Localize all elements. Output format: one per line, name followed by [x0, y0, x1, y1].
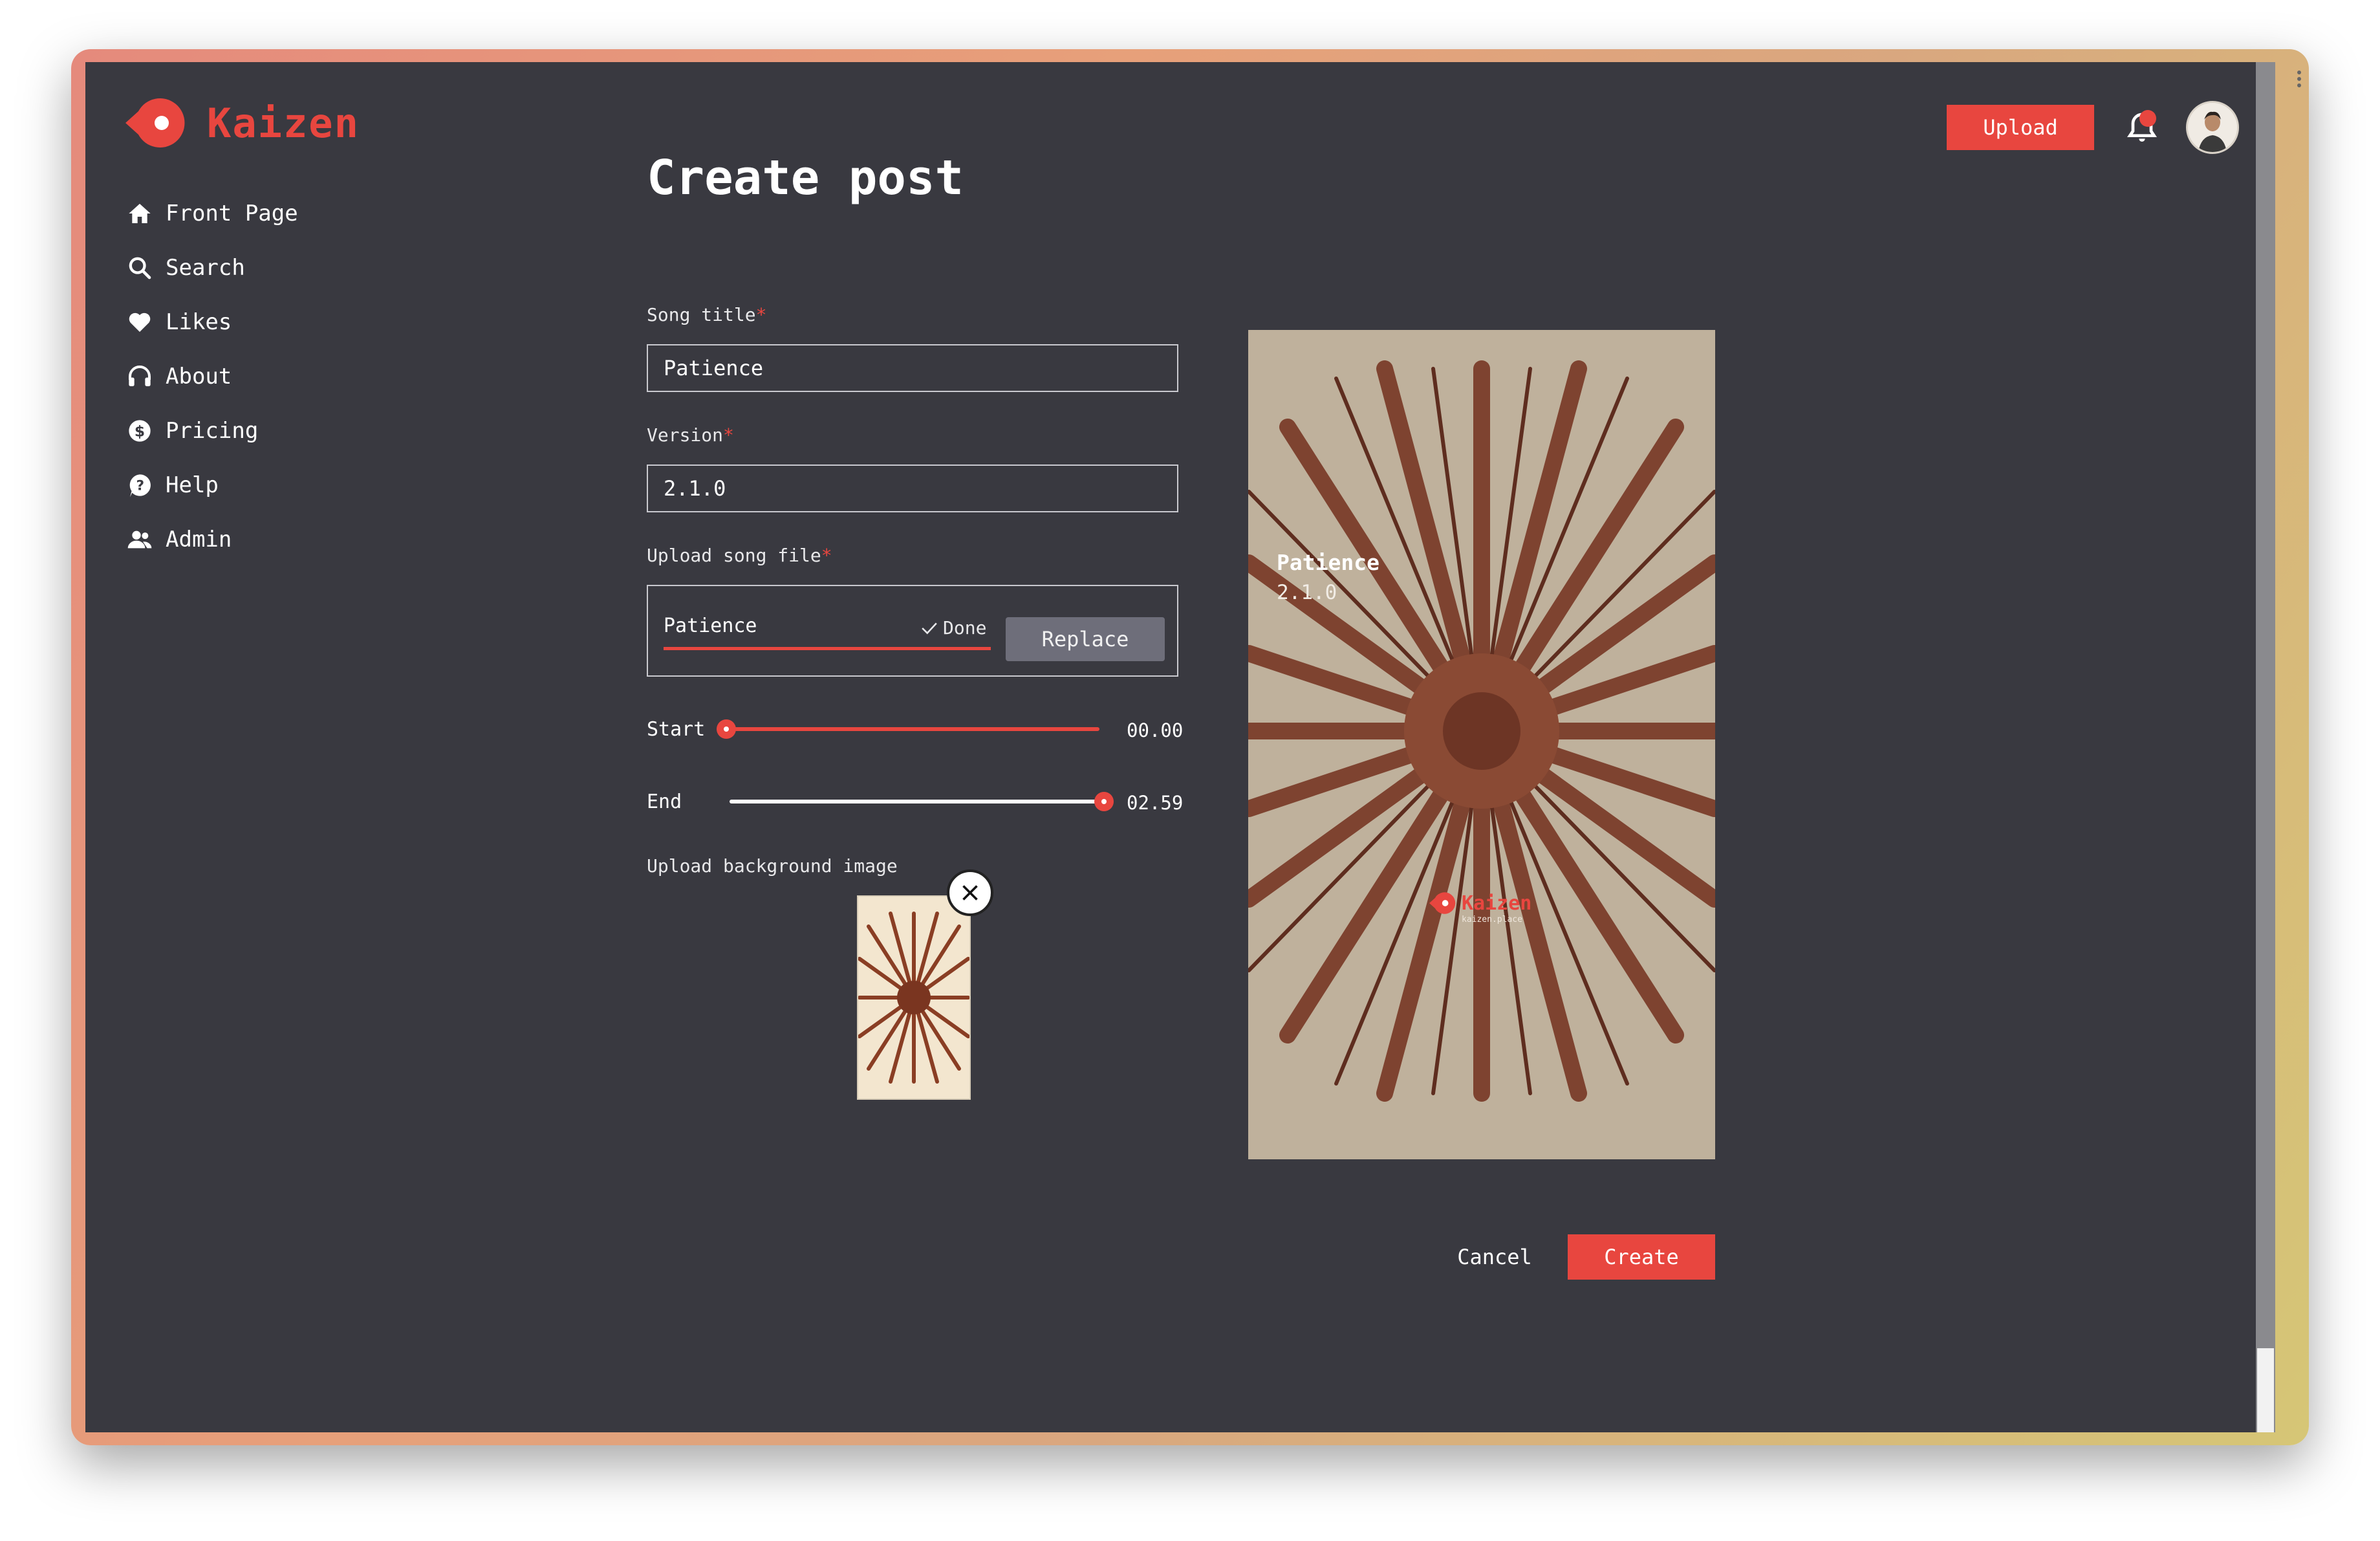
background-image-thumbnail[interactable] [857, 895, 971, 1100]
preview-song-title: Patience [1277, 550, 1379, 575]
upload-status: Done [921, 617, 986, 639]
logo[interactable]: Kaizen [125, 97, 360, 149]
end-slider-track[interactable] [730, 800, 1103, 803]
window-menu-icon[interactable] [2297, 68, 2302, 90]
upload-progress-bar [664, 647, 991, 650]
start-value: 00.00 [1127, 719, 1184, 741]
sidebar-item-label: Pricing [166, 418, 259, 444]
sidebar-item-about[interactable]: About [125, 349, 298, 404]
version-label: Version* [647, 424, 734, 446]
song-file-label-text: Upload song file [647, 545, 821, 566]
starfish-background-image [1248, 330, 1715, 1159]
starfish-illustration [858, 897, 969, 1098]
version-label-text: Version [647, 424, 724, 446]
scrollbar[interactable] [2256, 62, 2275, 1432]
version-input[interactable] [647, 464, 1178, 512]
sidebar-item-help[interactable]: ? Help [125, 458, 298, 512]
end-label: End [647, 791, 682, 813]
upload-button[interactable]: Upload [1947, 105, 2094, 150]
scrollbar-thumb[interactable] [2257, 1348, 2274, 1432]
required-mark: * [723, 424, 734, 446]
upload-status-text: Done [943, 617, 987, 639]
close-icon [962, 885, 978, 901]
sidebar-item-label: About [166, 364, 232, 389]
sidebar-item-label: Likes [166, 309, 232, 335]
song-title-input[interactable] [647, 344, 1178, 392]
search-icon [125, 254, 154, 282]
replace-button[interactable]: Replace [1006, 617, 1165, 661]
logo-text: Kaizen [207, 99, 360, 147]
remove-image-button[interactable] [947, 869, 993, 916]
song-file-upload: Patience Done Replace [647, 585, 1178, 677]
song-file-label: Upload song file* [647, 545, 832, 566]
svg-text:$: $ [135, 422, 145, 440]
sidebar-nav: Front Page Search Likes About $ Pricing [125, 186, 298, 567]
help-icon: ? [125, 471, 154, 499]
preview-version: 2.1.0 [1277, 581, 1337, 604]
song-title-label-text: Song title [647, 304, 756, 325]
sidebar-item-label: Admin [166, 527, 232, 552]
song-file-name: Patience [664, 615, 757, 637]
preview-watermark-url: kaizen.place [1462, 915, 1522, 924]
heart-icon [125, 308, 154, 336]
notification-badge [2139, 110, 2156, 127]
sidebar-item-label: Search [166, 255, 245, 281]
required-mark: * [755, 304, 767, 325]
kaizen-logo-icon [125, 98, 185, 148]
headphones-icon [125, 362, 154, 391]
app-window: Kaizen Front Page Search Likes About $ P… [85, 62, 2275, 1432]
checkmark-icon [922, 622, 937, 634]
user-avatar-icon [2188, 103, 2237, 152]
end-value: 02.59 [1127, 792, 1184, 814]
sidebar-item-likes[interactable]: Likes [125, 295, 298, 349]
kaizen-logo-icon [1429, 892, 1456, 914]
create-button[interactable]: Create [1568, 1234, 1715, 1280]
page-title: Create post [647, 150, 964, 206]
sidebar-item-pricing[interactable]: $ Pricing [125, 404, 298, 458]
sidebar-item-front-page[interactable]: Front Page [125, 186, 298, 241]
sidebar-item-label: Front Page [166, 201, 298, 226]
sidebar-item-search[interactable]: Search [125, 241, 298, 295]
post-preview: Patience 2.1.0 Kaizen kaizen.place [1248, 330, 1715, 1159]
users-icon [125, 525, 154, 554]
avatar[interactable] [2186, 101, 2239, 154]
dollar-icon: $ [125, 417, 154, 445]
start-label: Start [647, 718, 706, 741]
cancel-button[interactable]: Cancel [1442, 1234, 1547, 1280]
sidebar-item-admin[interactable]: Admin [125, 512, 298, 567]
svg-text:?: ? [136, 478, 145, 494]
end-slider-thumb[interactable] [1094, 792, 1114, 811]
preview-watermark: Kaizen [1429, 891, 1531, 915]
required-mark: * [821, 545, 832, 566]
start-slider-track[interactable] [726, 727, 1099, 731]
home-icon [125, 199, 154, 228]
start-slider-thumb[interactable] [717, 719, 736, 739]
song-title-label: Song title* [647, 304, 766, 325]
sidebar-item-label: Help [166, 472, 219, 498]
preview-watermark-text: Kaizen [1462, 891, 1532, 915]
background-image-label: Upload background image [647, 855, 898, 877]
